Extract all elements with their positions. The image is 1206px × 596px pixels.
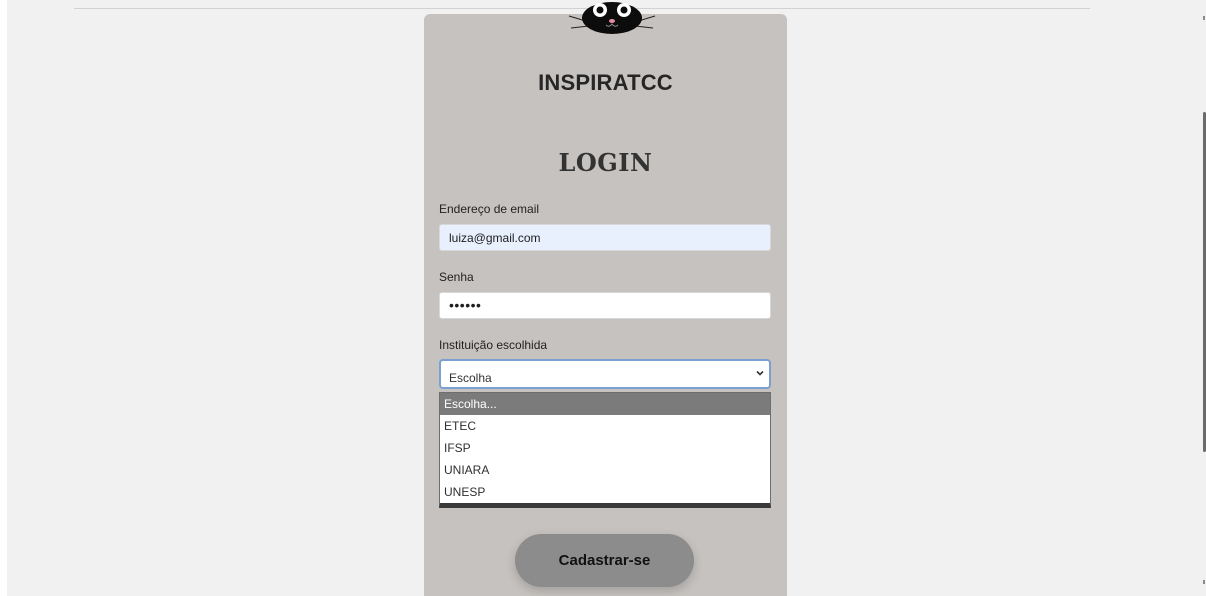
dropdown-option[interactable]: UNESP [440,481,770,503]
email-label: Endereço de email [439,202,540,216]
login-card: INSPIRATCC LOGIN Endereço de email luiza… [424,2,787,596]
dropdown-option[interactable]: ETEC [440,415,770,437]
scroll-up-icon[interactable] [1203,16,1205,20]
institution-label: Instituição escolhida [439,338,548,352]
cat-face-icon [568,2,656,34]
institution-selected-value: Escolha [449,371,492,385]
dropdown-option[interactable]: UNIARA [440,459,770,481]
brand-title: INSPIRATCC [538,70,673,95]
password-label: Senha [439,270,474,284]
email-value: luiza@gmail.com [449,231,541,245]
login-title: LOGIN [558,148,653,177]
email-field[interactable]: luiza@gmail.com [439,224,771,251]
register-button[interactable]: Cadastrar-se [515,534,694,587]
institution-select[interactable]: Escolha [439,359,771,389]
vertical-scrollbar[interactable] [1202,0,1206,596]
left-edge [0,0,7,596]
password-field[interactable]: •••••• [439,292,771,319]
password-value: •••••• [449,297,482,313]
scroll-down-icon[interactable] [1203,580,1205,584]
page: INSPIRATCC LOGIN Endereço de email luiza… [0,0,1206,596]
dropdown-option[interactable]: Escolha... [440,393,770,415]
institution-dropdown: Escolha... ETEC IFSP UNIARA UNESP [439,392,771,508]
chevron-down-icon [756,370,764,376]
dropdown-option[interactable]: IFSP [440,437,770,459]
